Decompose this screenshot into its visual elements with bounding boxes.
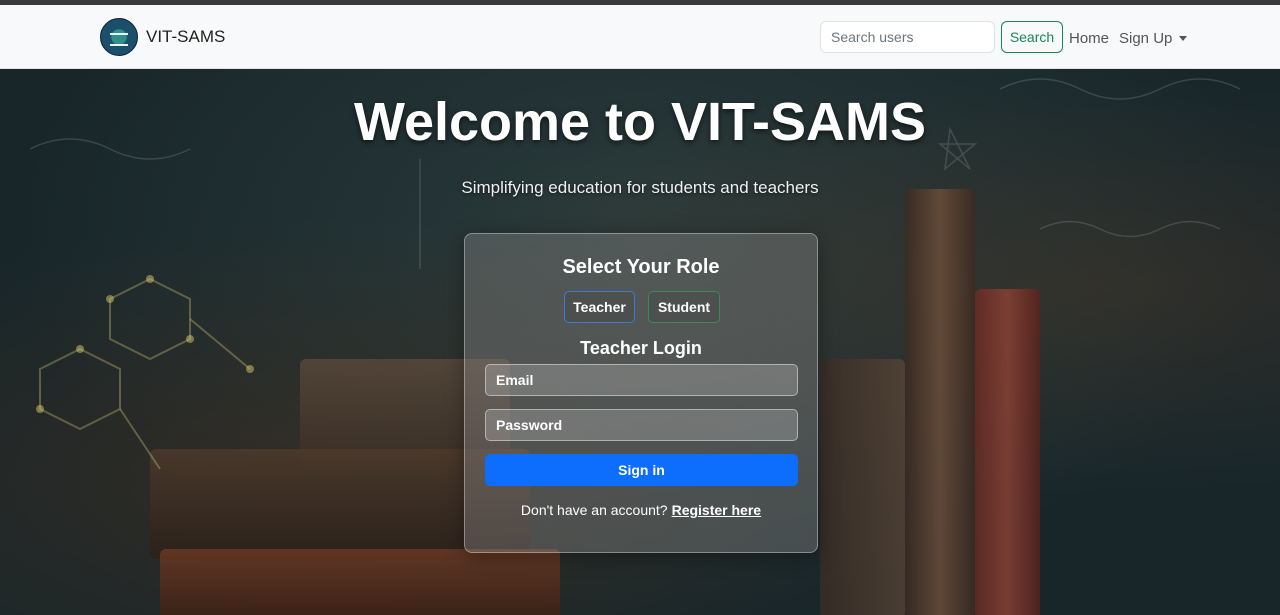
role-select-title: Select Your Role bbox=[562, 256, 720, 278]
nav-home-link[interactable]: Home bbox=[1069, 30, 1109, 47]
register-prompt-text: Don't have an account? bbox=[520, 502, 668, 518]
register-prompt: Don't have an account? Register here bbox=[465, 502, 817, 518]
logo-icon bbox=[100, 18, 138, 56]
role-teacher-button[interactable]: Teacher bbox=[564, 291, 635, 323]
nav-signup-dropdown[interactable]: Sign Up bbox=[1119, 30, 1188, 47]
login-form-title: Teacher Login bbox=[580, 338, 702, 358]
nav-signup-label: Sign Up bbox=[1119, 30, 1173, 47]
hero-subtitle: Simplifying education for students and t… bbox=[461, 178, 819, 197]
password-field[interactable] bbox=[485, 409, 798, 441]
caret-down-icon bbox=[1179, 36, 1188, 41]
email-field[interactable] bbox=[485, 364, 798, 396]
role-student-button[interactable]: Student bbox=[648, 291, 720, 323]
search-button[interactable]: Search bbox=[1001, 21, 1063, 53]
navbar: VIT-SAMS Search Home Sign Up bbox=[0, 5, 1280, 69]
register-link[interactable]: Register here bbox=[672, 502, 761, 518]
signin-button[interactable]: Sign in bbox=[485, 454, 798, 486]
brand[interactable]: VIT-SAMS bbox=[100, 17, 225, 57]
hero-title: Welcome to VIT-SAMS bbox=[353, 92, 927, 152]
login-card: Select Your Role Teacher Student Teacher… bbox=[464, 233, 818, 553]
search-input[interactable] bbox=[820, 21, 995, 53]
brand-name: VIT-SAMS bbox=[146, 27, 226, 46]
hero-section: Welcome to VIT-SAMS Simplifying educatio… bbox=[0, 69, 1280, 615]
